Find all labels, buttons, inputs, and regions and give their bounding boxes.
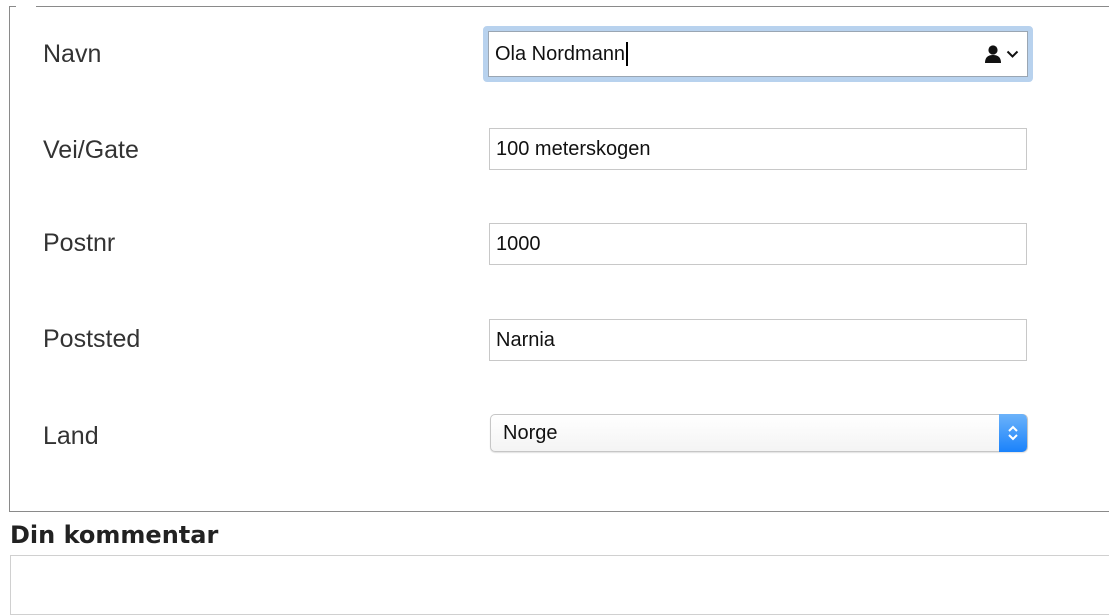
text-caret — [626, 42, 628, 66]
navn-label: Navn — [43, 40, 102, 68]
navn-input-value: Ola Nordmann — [495, 42, 626, 65]
select-arrows-button[interactable] — [999, 414, 1027, 452]
vei-gate-input[interactable]: 100 meterskogen — [489, 128, 1027, 170]
poststed-input[interactable]: Narnia — [489, 319, 1027, 361]
poststed-label: Poststed — [43, 325, 141, 353]
chevron-down-icon — [1006, 50, 1019, 58]
contact-person-icon — [985, 45, 1001, 63]
vei-gate-input-value: 100 meterskogen — [496, 137, 651, 160]
fieldset-legend-gap — [16, 3, 36, 11]
navn-field-focus-ring[interactable]: Ola Nordmann — [483, 26, 1033, 82]
land-select-value: Norge — [503, 421, 558, 444]
contact-autofill-button[interactable] — [983, 44, 1019, 64]
comment-heading: Din kommentar — [10, 521, 219, 549]
postnr-input-value: 1000 — [496, 232, 541, 255]
navn-input[interactable]: Ola Nordmann — [488, 31, 1028, 77]
poststed-input-value: Narnia — [496, 328, 555, 351]
comment-textarea[interactable] — [10, 555, 1109, 615]
postnr-input[interactable]: 1000 — [489, 223, 1027, 265]
land-select[interactable]: Norge — [490, 414, 1028, 452]
postnr-label: Postnr — [43, 229, 116, 257]
land-label: Land — [43, 422, 99, 450]
vei-gate-label: Vei/Gate — [43, 136, 139, 164]
select-updown-arrows-icon — [1008, 425, 1018, 441]
